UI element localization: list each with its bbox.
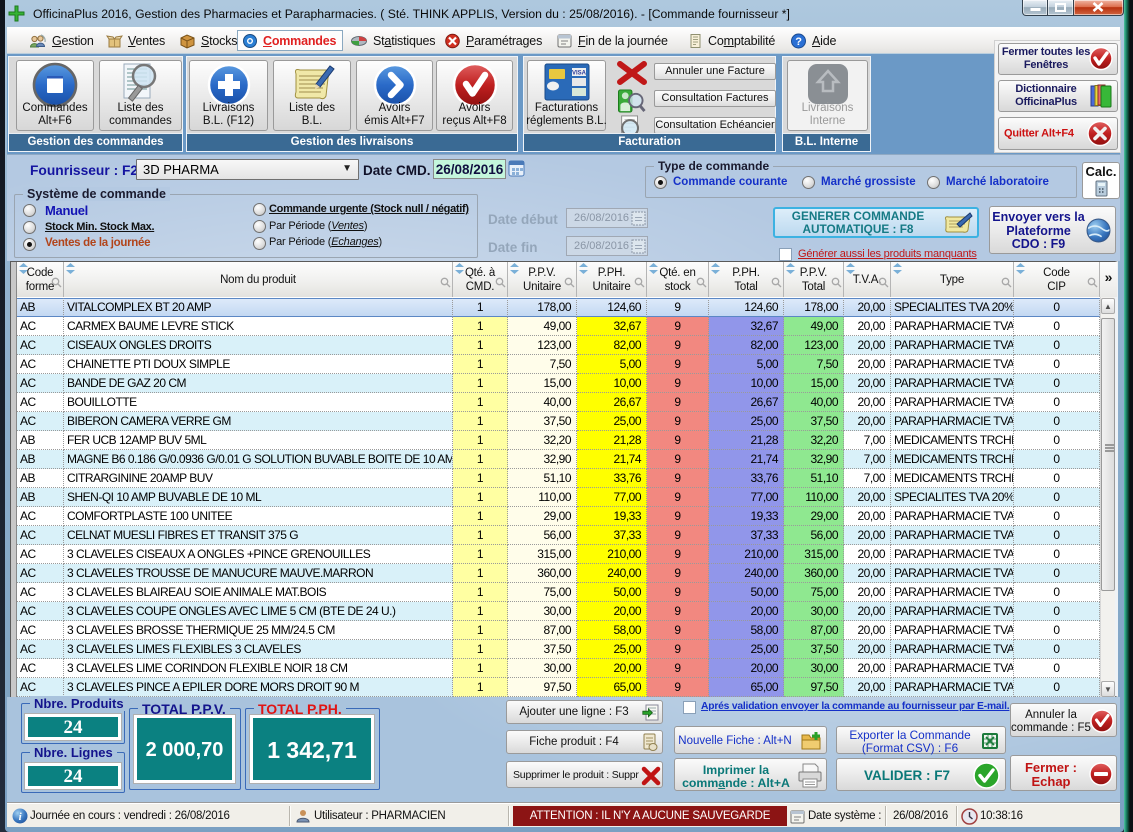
svg-text:?: ?: [795, 36, 802, 48]
svg-text:VISA: VISA: [571, 71, 586, 77]
